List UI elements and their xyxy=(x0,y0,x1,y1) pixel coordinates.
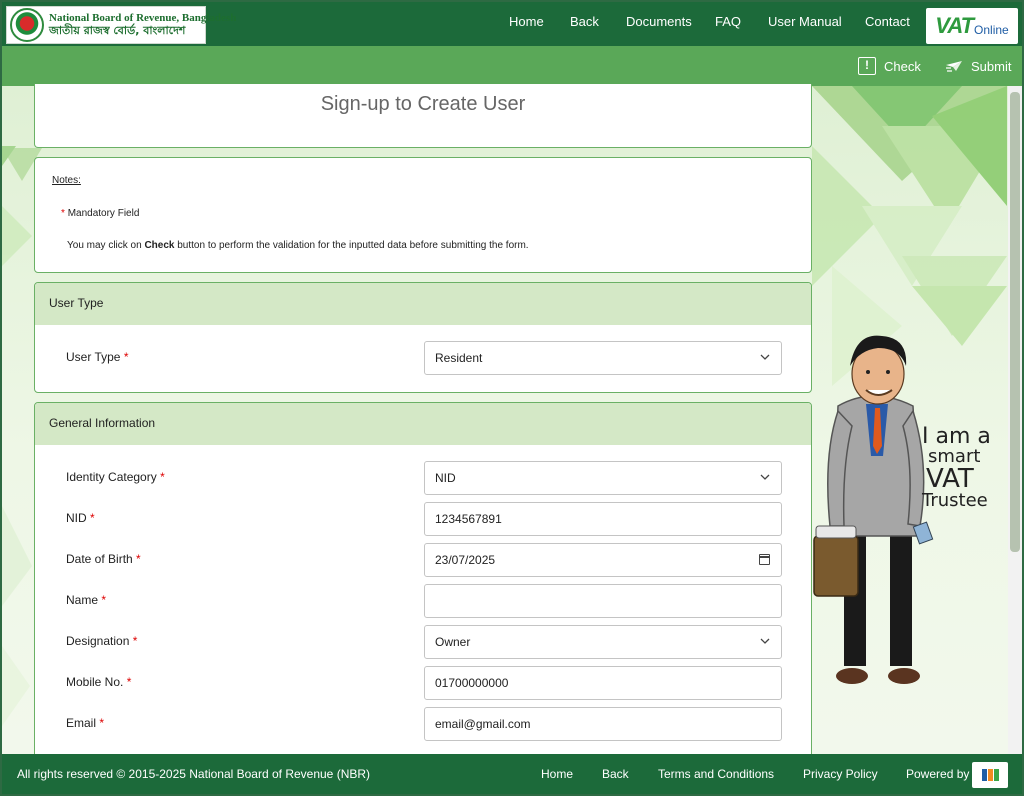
nav-documents[interactable]: Documents xyxy=(626,2,692,42)
vat-trustee-mascot-illustration xyxy=(813,335,934,684)
email-label: Email * xyxy=(66,716,105,730)
notes-card: Notes: * Mandatory Field You may click o… xyxy=(34,157,812,273)
mascot-caption-line-3: VAT xyxy=(926,464,974,494)
check-button[interactable]: ! Check xyxy=(858,46,921,86)
copyright-text: All rights reserved © 2015-2025 National… xyxy=(17,767,371,781)
identity-category-label: Identity Category * xyxy=(66,470,165,484)
scrollbar-thumb[interactable] xyxy=(1010,92,1020,552)
mobile-row: Mobile No. * 01700000000 xyxy=(35,666,811,700)
nbr-logo[interactable]: National Board of Revenue, Bangladesh জা… xyxy=(6,6,236,44)
calendar-icon[interactable] xyxy=(759,554,770,565)
nid-row: NID * 1234567891 xyxy=(35,502,811,536)
chevron-down-icon xyxy=(760,638,770,644)
page-title: Sign-up to Create User xyxy=(320,93,526,115)
identity-category-row: Identity Category * NID xyxy=(35,461,811,495)
paper-plane-icon xyxy=(946,61,962,72)
exclamation-icon: ! xyxy=(858,57,876,75)
mandatory-note: * Mandatory Field xyxy=(61,208,139,219)
vat-logo-sub: Online xyxy=(974,23,1009,37)
org-name-bn: জাতীয় রাজস্ব বোর্ড, বাংলাদেশ xyxy=(49,24,186,37)
fpt-logo[interactable] xyxy=(972,762,1008,788)
mandatory-note-text: Mandatory Field xyxy=(67,208,140,219)
footer-link-privacy[interactable]: Privacy Policy xyxy=(803,754,878,794)
designation-label: Designation * xyxy=(66,634,138,648)
nav-home[interactable]: Home xyxy=(509,2,544,42)
nid-input[interactable]: 1234567891 xyxy=(424,502,782,536)
nav-contact[interactable]: Contact xyxy=(865,2,910,42)
footer-link-home[interactable]: Home xyxy=(541,754,573,794)
footer: All rights reserved © 2015-2025 National… xyxy=(2,754,1022,794)
powered-by-text: Powered by xyxy=(906,767,970,781)
mobile-label: Mobile No. * xyxy=(66,675,132,689)
dob-row: Date of Birth * 23/07/2025 xyxy=(35,543,811,577)
user-type-select[interactable]: Resident xyxy=(424,341,782,375)
user-type-row: User Type * Resident xyxy=(35,341,811,375)
dob-date-input[interactable]: 23/07/2025 xyxy=(424,543,782,577)
user-type-section: User Type User Type * Resident xyxy=(34,282,812,393)
notes-heading: Notes: xyxy=(52,175,81,186)
footer-link-back[interactable]: Back xyxy=(602,754,629,794)
email-row: Email * email@gmail.com xyxy=(35,707,811,741)
title-card: Sign-up to Create User xyxy=(34,84,812,148)
action-toolbar: ! Check Submit xyxy=(2,46,1022,86)
check-info-bold: Check xyxy=(144,240,175,251)
submit-label: Submit xyxy=(971,58,1012,74)
nav-back[interactable]: Back xyxy=(570,2,599,42)
chevron-down-icon xyxy=(760,474,770,480)
nid-label: NID * xyxy=(66,511,95,525)
vat-online-logo[interactable]: VAT Online xyxy=(926,8,1018,44)
bangladesh-emblem-icon xyxy=(10,8,44,42)
mascot-caption: I am a smart VAT Trustee xyxy=(922,426,1012,510)
top-navbar: National Board of Revenue, Bangladesh জা… xyxy=(2,2,1022,46)
app-window: National Board of Revenue, Bangladesh জা… xyxy=(2,2,1022,794)
nav-faq[interactable]: FAQ xyxy=(715,2,741,42)
user-type-label: User Type * xyxy=(66,350,129,364)
user-type-heading: User Type xyxy=(35,283,811,325)
mascot-caption-line-4: Trustee xyxy=(922,490,988,511)
general-information-section: General Information Identity Category * … xyxy=(34,402,812,762)
designation-row: Designation * Owner xyxy=(35,625,811,659)
name-label: Name * xyxy=(66,593,107,607)
name-row: Name * xyxy=(35,584,811,618)
check-info-note: You may click on Check button to perform… xyxy=(67,240,529,251)
mobile-input[interactable]: 01700000000 xyxy=(424,666,782,700)
vat-logo-text: VAT xyxy=(935,13,974,38)
dob-label: Date of Birth * xyxy=(66,552,141,566)
nav-user-manual[interactable]: User Manual xyxy=(768,2,842,42)
general-information-heading: General Information xyxy=(35,403,811,445)
required-marker: * xyxy=(61,208,65,219)
check-label: Check xyxy=(884,58,921,74)
name-input[interactable] xyxy=(424,584,782,618)
identity-category-select[interactable]: NID xyxy=(424,461,782,495)
email-input[interactable]: email@gmail.com xyxy=(424,707,782,741)
chevron-down-icon xyxy=(760,354,770,360)
footer-link-terms[interactable]: Terms and Conditions xyxy=(658,754,774,794)
designation-select[interactable]: Owner xyxy=(424,625,782,659)
submit-button[interactable]: Submit xyxy=(945,46,1011,86)
mascot-caption-line-1: I am a xyxy=(922,424,991,449)
